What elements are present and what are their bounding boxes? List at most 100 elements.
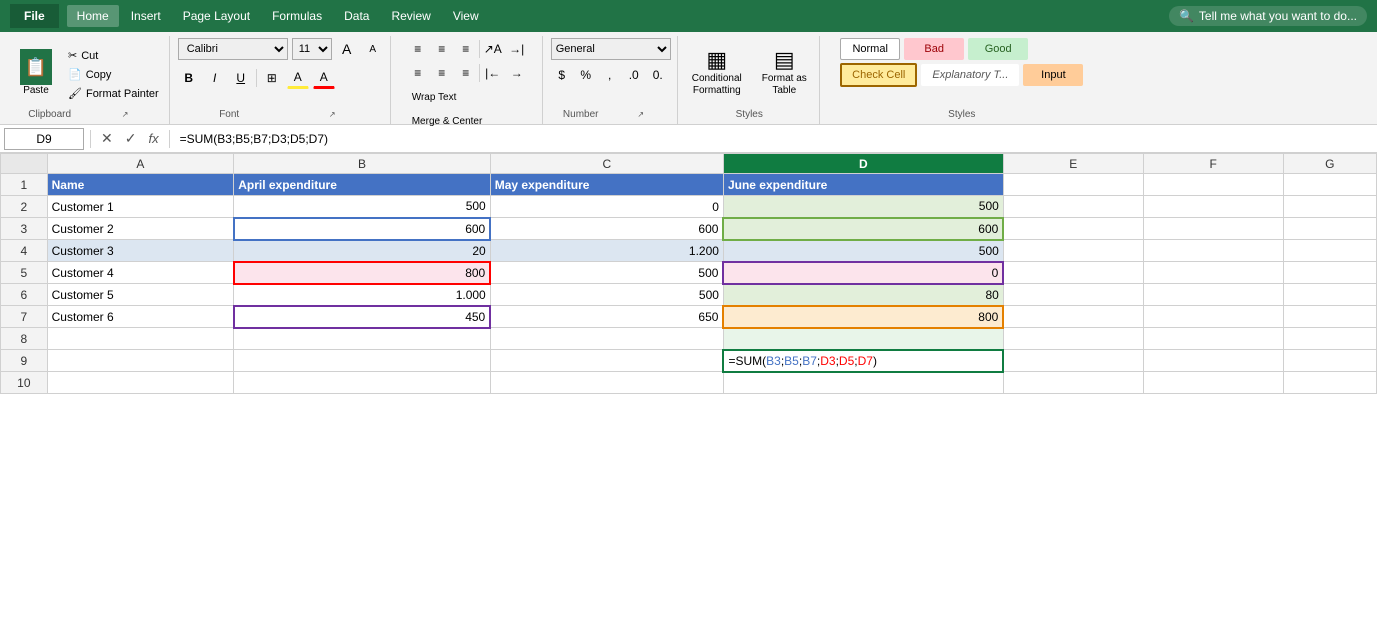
style-check-cell[interactable]: Check Cell [840, 63, 917, 87]
cell-g7[interactable] [1283, 306, 1376, 328]
cell-a3[interactable]: Customer 2 [47, 218, 234, 240]
cell-a6[interactable]: Customer 5 [47, 284, 234, 306]
cell-c8[interactable] [490, 328, 723, 350]
cell-g3[interactable] [1283, 218, 1376, 240]
cell-e6[interactable] [1003, 284, 1143, 306]
cell-f6[interactable] [1143, 284, 1283, 306]
cancel-formula-btn[interactable]: ✕ [97, 130, 117, 147]
style-good[interactable]: Good [968, 38, 1028, 60]
confirm-formula-btn[interactable]: ✓ [121, 130, 141, 147]
cell-c3[interactable]: 600 [490, 218, 723, 240]
align-left-btn[interactable]: ≡ [407, 62, 429, 84]
cell-a5[interactable]: Customer 4 [47, 262, 234, 284]
font-size-select[interactable]: 11 [292, 38, 332, 60]
cell-c4[interactable]: 1.200 [490, 240, 723, 262]
paste-button[interactable]: 📋 Paste [12, 45, 60, 100]
fill-color-button[interactable]: A [287, 67, 309, 89]
number-format-select[interactable]: General Number Currency Date [551, 38, 671, 60]
cell-g2[interactable] [1283, 196, 1376, 218]
style-bad[interactable]: Bad [904, 38, 964, 60]
cell-f9[interactable] [1143, 350, 1283, 372]
cell-e7[interactable] [1003, 306, 1143, 328]
cell-d8[interactable] [723, 328, 1003, 350]
cell-c7[interactable]: 650 [490, 306, 723, 328]
cell-e4[interactable] [1003, 240, 1143, 262]
cell-a4[interactable]: Customer 3 [47, 240, 234, 262]
formula-input[interactable] [176, 132, 1373, 146]
cell-d5[interactable]: 0 [723, 262, 1003, 284]
cell-f2[interactable] [1143, 196, 1283, 218]
cell-e10[interactable] [1003, 372, 1143, 394]
format-painter-button[interactable]: 🖌 Format Painter [64, 85, 163, 102]
indent-btn[interactable]: → [506, 62, 528, 84]
cell-g5[interactable] [1283, 262, 1376, 284]
italic-button[interactable]: I [204, 67, 226, 89]
comma-btn[interactable]: , [599, 64, 621, 86]
cell-d4[interactable]: 500 [723, 240, 1003, 262]
copy-button[interactable]: 📄 Copy [64, 66, 163, 83]
cell-c9[interactable] [490, 350, 723, 372]
cell-a2[interactable]: Customer 1 [47, 196, 234, 218]
menu-review[interactable]: Review [381, 5, 440, 27]
align-top-left-btn[interactable]: ≡ [407, 38, 429, 60]
cell-d10[interactable] [723, 372, 1003, 394]
cell-b10[interactable] [234, 372, 491, 394]
cell-d9[interactable]: =SUM(B3;B5;B7;D3;D5;D7) [723, 350, 1003, 372]
cell-a1[interactable]: Name [47, 174, 234, 196]
decimal-decrease-btn[interactable]: 0. [647, 64, 669, 86]
menu-home[interactable]: Home [67, 5, 119, 27]
border-button[interactable]: ⊞ [261, 67, 283, 89]
cell-f10[interactable] [1143, 372, 1283, 394]
decimal-increase-btn[interactable]: .0 [623, 64, 645, 86]
cell-e5[interactable] [1003, 262, 1143, 284]
cell-e9[interactable] [1003, 350, 1143, 372]
cell-c10[interactable] [490, 372, 723, 394]
style-explanatory[interactable]: Explanatory T... [921, 64, 1019, 86]
cell-e1[interactable] [1003, 174, 1143, 196]
cell-f4[interactable] [1143, 240, 1283, 262]
menu-formulas[interactable]: Formulas [262, 5, 332, 27]
cell-d2[interactable]: 500 [723, 196, 1003, 218]
format-table-btn[interactable]: ▤ Format asTable [756, 45, 813, 101]
font-color-button[interactable]: A [313, 67, 335, 89]
cell-c2[interactable]: 0 [490, 196, 723, 218]
cell-b5[interactable]: 800 [234, 262, 491, 284]
number-expand-icon[interactable]: ↗ [611, 110, 671, 119]
cell-f5[interactable] [1143, 262, 1283, 284]
indent-more-btn[interactable]: →| [506, 38, 528, 60]
align-top-center-btn[interactable]: ≡ [431, 38, 453, 60]
cell-c6[interactable]: 500 [490, 284, 723, 306]
search-bar[interactable]: 🔍 Tell me what you want to do... [1169, 6, 1367, 26]
cell-f8[interactable] [1143, 328, 1283, 350]
menu-page-layout[interactable]: Page Layout [173, 5, 260, 27]
style-input[interactable]: Input [1023, 64, 1083, 86]
cell-a7[interactable]: Customer 6 [47, 306, 234, 328]
file-menu-button[interactable]: File [10, 4, 59, 28]
cell-f3[interactable] [1143, 218, 1283, 240]
align-top-right-btn[interactable]: ≡ [455, 38, 477, 60]
cell-g1[interactable] [1283, 174, 1376, 196]
cell-e8[interactable] [1003, 328, 1143, 350]
cell-e2[interactable] [1003, 196, 1143, 218]
currency-btn[interactable]: $ [551, 64, 573, 86]
cell-b4[interactable]: 20 [234, 240, 491, 262]
cell-b3[interactable]: 600 [234, 218, 491, 240]
cell-c1[interactable]: May expenditure [490, 174, 723, 196]
font-name-select[interactable]: Calibri [178, 38, 288, 60]
font-decrease-btn[interactable]: A [362, 38, 384, 60]
cell-e3[interactable] [1003, 218, 1143, 240]
col-header-f[interactable]: F [1143, 154, 1283, 174]
font-increase-btn[interactable]: A [336, 38, 358, 60]
col-header-e[interactable]: E [1003, 154, 1143, 174]
cell-g8[interactable] [1283, 328, 1376, 350]
cell-reference-input[interactable]: D9 [4, 128, 84, 150]
cell-g4[interactable] [1283, 240, 1376, 262]
cell-c5[interactable]: 500 [490, 262, 723, 284]
indent-less-btn[interactable]: |← [482, 62, 504, 84]
text-direction-btn[interactable]: ↗A [482, 38, 504, 60]
col-header-a[interactable]: A [47, 154, 234, 174]
clipboard-expand-icon[interactable]: ↗ [87, 110, 162, 119]
wrap-text-btn[interactable]: Wrap Text [407, 86, 462, 108]
menu-insert[interactable]: Insert [121, 5, 171, 27]
merge-center-btn[interactable]: Merge & Center [407, 110, 488, 132]
